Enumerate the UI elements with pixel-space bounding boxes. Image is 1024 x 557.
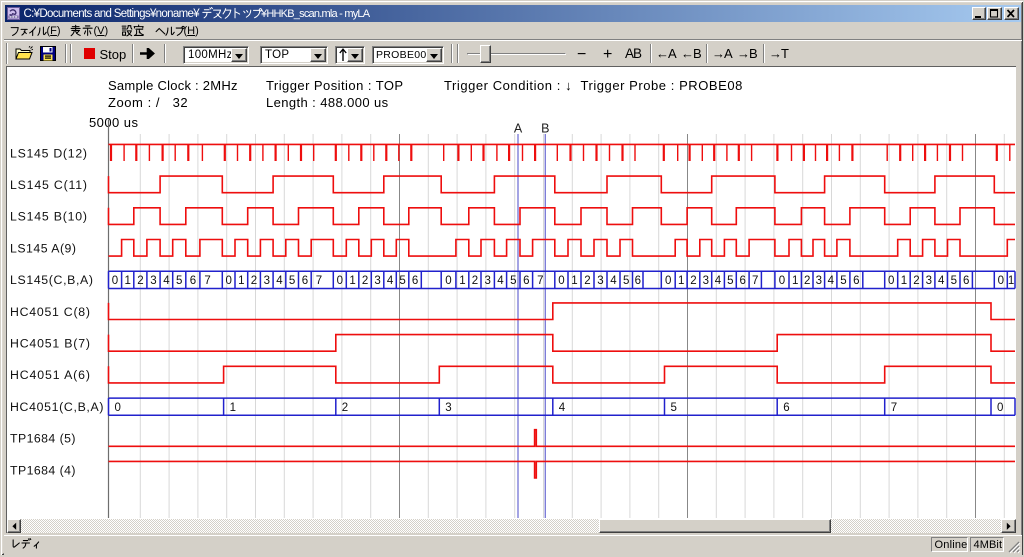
svg-text:7: 7 (537, 275, 543, 287)
svg-text:6: 6 (635, 275, 641, 287)
svg-text:4: 4 (163, 275, 170, 287)
svg-text:7: 7 (891, 402, 897, 414)
svg-text:A: A (514, 122, 523, 136)
svg-text:2: 2 (342, 402, 348, 414)
svg-text:1: 1 (571, 275, 577, 287)
svg-text:6: 6 (853, 275, 859, 287)
svg-text:4: 4 (497, 275, 504, 287)
svg-text:5: 5 (510, 275, 516, 287)
svg-text:3: 3 (703, 275, 709, 287)
svg-text:7: 7 (316, 275, 322, 287)
svg-text:2: 2 (137, 275, 143, 287)
svg-text:3: 3 (150, 275, 156, 287)
svg-text:1: 1 (1008, 275, 1014, 287)
svg-text:3: 3 (445, 402, 451, 414)
svg-text:4: 4 (938, 275, 945, 287)
svg-text:0: 0 (779, 275, 785, 287)
svg-text:3: 3 (374, 275, 380, 287)
svg-text:4: 4 (276, 275, 283, 287)
svg-text:1: 1 (901, 275, 907, 287)
svg-text:0: 0 (112, 275, 118, 287)
svg-text:6: 6 (412, 275, 418, 287)
svg-text:1: 1 (792, 275, 798, 287)
svg-text:5: 5 (951, 275, 957, 287)
svg-text:3: 3 (597, 275, 603, 287)
svg-text:6: 6 (783, 402, 789, 414)
svg-text:1: 1 (124, 275, 130, 287)
svg-text:4: 4 (828, 275, 835, 287)
svg-text:3: 3 (484, 275, 490, 287)
svg-text:2: 2 (584, 275, 590, 287)
svg-text:4: 4 (610, 275, 617, 287)
svg-text:5: 5 (840, 275, 846, 287)
svg-text:B: B (541, 122, 549, 136)
svg-text:1: 1 (459, 275, 465, 287)
svg-text:6: 6 (523, 275, 529, 287)
svg-text:5: 5 (399, 275, 405, 287)
svg-text:1: 1 (678, 275, 684, 287)
svg-text:6: 6 (190, 275, 196, 287)
svg-text:0: 0 (888, 275, 894, 287)
svg-text:0: 0 (997, 402, 1003, 414)
svg-text:4: 4 (715, 275, 722, 287)
svg-text:2: 2 (690, 275, 696, 287)
svg-text:0: 0 (558, 275, 564, 287)
svg-text:6: 6 (739, 275, 745, 287)
svg-text:5: 5 (671, 402, 677, 414)
svg-text:0: 0 (998, 275, 1004, 287)
svg-text:2: 2 (251, 275, 257, 287)
svg-text:7: 7 (204, 275, 210, 287)
svg-text:2: 2 (804, 275, 810, 287)
svg-text:0: 0 (337, 275, 343, 287)
svg-text:5: 5 (727, 275, 733, 287)
svg-text:1: 1 (349, 275, 355, 287)
svg-text:7: 7 (752, 275, 758, 287)
svg-text:3: 3 (264, 275, 270, 287)
svg-text:0: 0 (225, 275, 231, 287)
svg-text:1: 1 (230, 402, 236, 414)
svg-text:3: 3 (926, 275, 932, 287)
svg-text:5: 5 (289, 275, 295, 287)
svg-text:0: 0 (665, 275, 671, 287)
svg-text:2: 2 (472, 275, 478, 287)
svg-text:4: 4 (387, 275, 394, 287)
svg-text:0: 0 (445, 275, 451, 287)
svg-text:6: 6 (302, 275, 308, 287)
svg-text:5: 5 (623, 275, 629, 287)
svg-text:5: 5 (176, 275, 182, 287)
svg-text:4: 4 (559, 402, 566, 414)
svg-text:0: 0 (115, 402, 121, 414)
svg-text:3: 3 (816, 275, 822, 287)
svg-text:6: 6 (963, 275, 969, 287)
svg-text:2: 2 (362, 275, 368, 287)
svg-text:2: 2 (913, 275, 919, 287)
svg-text:1: 1 (238, 275, 244, 287)
